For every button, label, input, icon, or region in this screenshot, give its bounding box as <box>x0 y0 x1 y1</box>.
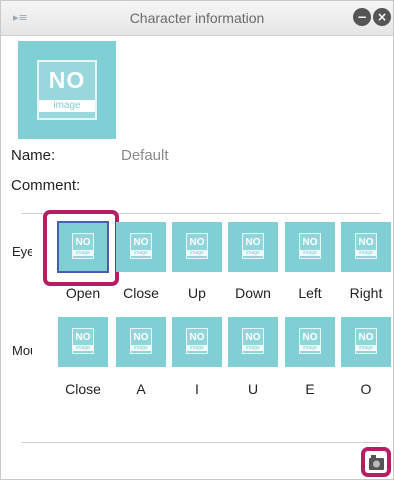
no-image-placeholder: NO image <box>186 233 208 259</box>
character-portrait[interactable]: NO image <box>18 41 116 139</box>
mouth-thumb-e[interactable]: NO image <box>285 317 335 367</box>
name-label: Name: <box>11 147 56 164</box>
no-image-text: NO <box>245 332 261 343</box>
eye-thumb-close[interactable]: NO image <box>116 222 166 272</box>
mouth-thumb-u[interactable]: NO image <box>228 317 278 367</box>
panel-title: Character information <box>129 10 265 26</box>
no-image-placeholder: NO image <box>130 328 152 354</box>
highlight-frame <box>43 210 119 286</box>
eye-thumb-down[interactable]: NO image <box>228 222 278 272</box>
eye-label-right: Right <box>349 285 383 301</box>
no-image-placeholder: NO image <box>37 60 97 120</box>
image-text: image <box>356 345 376 351</box>
no-image-placeholder: NO image <box>242 328 264 354</box>
comment-label: Comment: <box>11 177 81 194</box>
camera-icon[interactable] <box>361 447 391 477</box>
no-image-placeholder: NO image <box>186 328 208 354</box>
no-image-placeholder: NO image <box>130 233 152 259</box>
mouth-thumb-i[interactable]: NO image <box>172 317 222 367</box>
no-image-placeholder: NO image <box>355 233 377 259</box>
no-image-text: NO <box>189 332 205 343</box>
image-text: image <box>187 345 207 351</box>
mouth-row-label: Mouth <box>12 343 32 358</box>
no-image-text: NO <box>133 332 149 343</box>
eye-thumb-up[interactable]: NO image <box>172 222 222 272</box>
title-bar: ▸≡ Character information − × <box>1 1 393 36</box>
eye-thumb-right[interactable]: NO image <box>341 222 391 272</box>
no-image-placeholder: NO image <box>299 233 321 259</box>
no-image-text: NO <box>358 332 374 343</box>
no-image-placeholder: NO image <box>299 328 321 354</box>
no-image-placeholder: NO image <box>72 328 94 354</box>
no-image-text: NO <box>48 67 86 93</box>
eye-label-up: Up <box>188 285 206 301</box>
image-text: image <box>131 345 151 351</box>
no-image-text: NO <box>302 332 318 343</box>
close-icon[interactable]: × <box>373 8 391 26</box>
image-text: image <box>300 250 320 256</box>
no-image-text: NO <box>189 237 205 248</box>
image-text: image <box>243 250 263 256</box>
mouth-label-i: I <box>195 381 199 397</box>
mouth-label-u: U <box>247 381 259 397</box>
eye-label-down: Down <box>235 285 271 301</box>
mouth-thumb-a[interactable]: NO image <box>116 317 166 367</box>
eye-thumb-left[interactable]: NO image <box>285 222 335 272</box>
no-image-text: NO <box>133 237 149 248</box>
image-text: image <box>243 345 263 351</box>
image-text: image <box>356 250 376 256</box>
eye-label-open: Open <box>65 285 101 301</box>
eye-row-label: Eye <box>12 244 32 259</box>
image-text: image <box>39 100 95 112</box>
mouth-label-o: O <box>360 381 372 397</box>
name-value[interactable]: Default <box>121 147 169 164</box>
character-information-panel: ▸≡ Character information − × NO image Na… <box>0 0 394 480</box>
no-image-placeholder: NO image <box>242 233 264 259</box>
mouth-label-close: Close <box>65 381 101 397</box>
no-image-text: NO <box>302 237 318 248</box>
footer-divider <box>21 442 381 443</box>
minimize-icon[interactable]: − <box>353 8 371 26</box>
mouth-label-e: E <box>305 381 315 397</box>
no-image-placeholder: NO image <box>355 328 377 354</box>
eye-label-left: Left <box>298 285 322 301</box>
image-text: image <box>187 250 207 256</box>
mouth-thumb-o[interactable]: NO image <box>341 317 391 367</box>
no-image-text: NO <box>75 332 91 343</box>
no-image-text: NO <box>358 237 374 248</box>
no-image-text: NO <box>245 237 261 248</box>
mouth-thumb-close[interactable]: NO image <box>58 317 108 367</box>
image-text: image <box>131 250 151 256</box>
mouth-label-a: A <box>136 381 146 397</box>
image-text: image <box>300 345 320 351</box>
image-text: image <box>73 345 93 351</box>
eye-label-close: Close <box>123 285 159 301</box>
